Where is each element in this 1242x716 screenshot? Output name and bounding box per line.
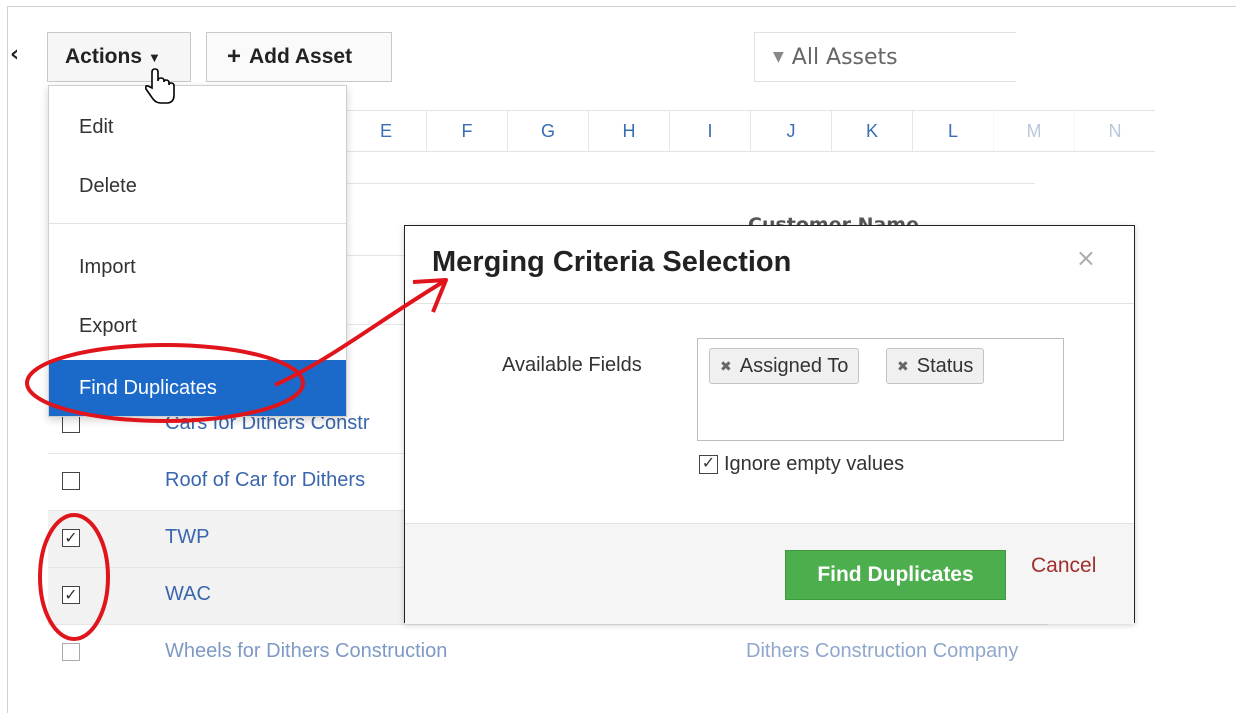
remove-tag-icon[interactable]: ✖ <box>720 358 732 375</box>
ignore-empty-values-option[interactable]: ✓ Ignore empty values <box>699 453 904 476</box>
find-duplicates-button[interactable]: Find Duplicates <box>785 550 1006 600</box>
merging-criteria-dialog: Merging Criteria Selection × Available F… <box>404 225 1135 624</box>
row-checkbox[interactable] <box>62 415 80 433</box>
plus-icon: + <box>227 43 242 70</box>
alpha-letter-j[interactable]: J <box>750 111 831 151</box>
divider <box>345 183 1035 184</box>
asset-name-link[interactable]: TWP <box>165 526 209 549</box>
menu-divider <box>49 223 346 224</box>
asset-filter-select[interactable]: ▼ All Assets <box>754 32 1016 82</box>
divider <box>345 324 405 325</box>
alpha-letter-m[interactable]: M <box>993 111 1074 151</box>
asset-name-link[interactable]: Roof of Car for Dithers <box>165 469 365 492</box>
field-tag-assigned-to: ✖ Assigned To <box>709 348 860 384</box>
dialog-divider <box>405 303 1134 304</box>
menu-item-delete[interactable]: Delete <box>49 161 346 211</box>
tag-label: Assigned To <box>739 354 849 377</box>
alpha-letter-e[interactable]: E <box>345 111 426 151</box>
menu-item-export[interactable]: Export <box>49 301 346 351</box>
field-tag-status: ✖ Status <box>886 348 985 384</box>
add-asset-label: Add Asset <box>249 45 353 68</box>
filter-label: All Assets <box>791 44 898 70</box>
remove-tag-icon[interactable]: ✖ <box>897 358 909 375</box>
asset-name-link[interactable]: Wheels for Dithers Construction <box>165 640 447 663</box>
alpha-letter-n[interactable]: N <box>1074 111 1155 151</box>
alpha-letter-f[interactable]: F <box>426 111 507 151</box>
dialog-title: Merging Criteria Selection <box>432 246 792 278</box>
close-icon[interactable]: × <box>1076 244 1096 272</box>
alpha-letter-k[interactable]: K <box>831 111 912 151</box>
menu-item-edit[interactable]: Edit <box>49 102 346 152</box>
alpha-letter-l[interactable]: L <box>912 111 993 151</box>
actions-label: Actions <box>65 45 143 68</box>
alphabet-filter: E F G H I J K L M N <box>345 110 1155 152</box>
divider <box>345 255 405 256</box>
row-checkbox[interactable] <box>62 643 80 661</box>
actions-button[interactable]: Actions ▼ <box>47 32 191 82</box>
customer-name-link[interactable]: Dithers Construction Company <box>746 640 1018 663</box>
alpha-letter-h[interactable]: H <box>588 111 669 151</box>
alpha-letter-g[interactable]: G <box>507 111 588 151</box>
ignore-empty-checkbox[interactable]: ✓ <box>699 455 718 474</box>
available-fields-label: Available Fields <box>502 354 642 376</box>
row-checkbox[interactable]: ✓ <box>62 529 80 547</box>
add-asset-button[interactable]: + Add Asset <box>206 32 392 82</box>
caret-down-icon: ▼ <box>148 49 161 65</box>
alpha-letter-i[interactable]: I <box>669 111 750 151</box>
ignore-empty-label: Ignore empty values <box>724 453 905 475</box>
menu-item-find-duplicates[interactable]: Find Duplicates <box>49 360 346 416</box>
available-fields-input[interactable]: ✖ Assigned To ✖ Status <box>697 338 1064 441</box>
table-row: Wheels for Dithers Construction Dithers … <box>48 625 1048 681</box>
funnel-icon: ▼ <box>773 49 784 65</box>
tag-label: Status <box>916 354 974 377</box>
row-checkbox[interactable] <box>62 472 80 490</box>
row-checkbox[interactable]: ✓ <box>62 586 80 604</box>
dialog-footer: Find Duplicates Cancel <box>405 523 1134 624</box>
asset-name-link[interactable]: WAC <box>165 583 211 606</box>
menu-item-import[interactable]: Import <box>49 242 346 292</box>
back-chevron-icon[interactable]: ‹ <box>10 42 19 67</box>
actions-dropdown-menu: Edit Delete Import Export Find Duplicate… <box>48 85 347 417</box>
cancel-link[interactable]: Cancel <box>1031 554 1096 578</box>
